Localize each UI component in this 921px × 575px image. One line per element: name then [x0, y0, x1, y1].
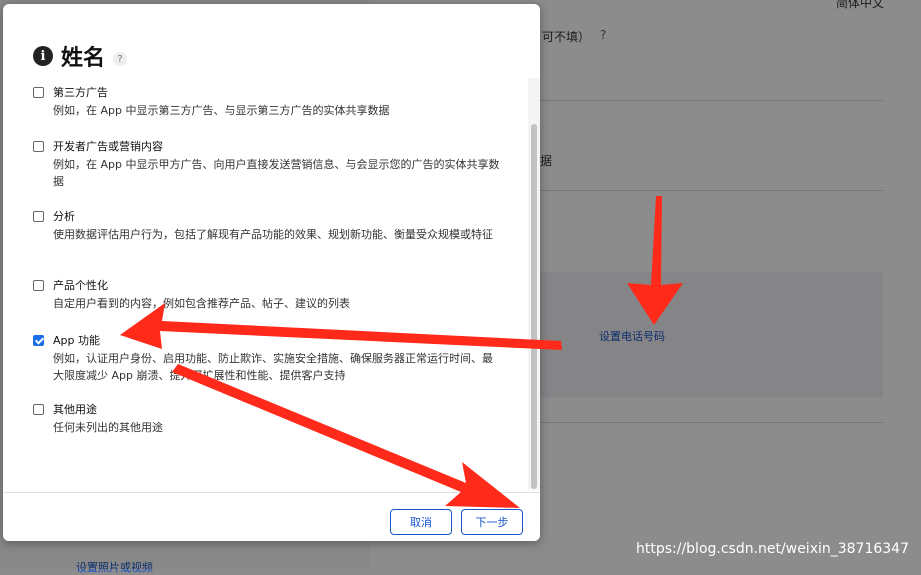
- checkbox[interactable]: [33, 87, 44, 98]
- dialog-header: i 姓名 ?: [33, 40, 128, 72]
- purpose-description: 使用数据评估用户行为，包括了解现有产品功能的效果、规划新功能、衡量受众规模或特征: [53, 228, 493, 241]
- purpose-description: 例如，认证用户身份、启用功能、防止欺诈、实施安全措施、确保服务器正常运行时间、最…: [53, 352, 493, 382]
- dialog-title: 姓名: [61, 46, 106, 71]
- purpose-label: 第三方广告: [53, 86, 108, 99]
- purpose-label: App 功能: [53, 334, 100, 347]
- cancel-button[interactable]: 取消: [390, 509, 452, 535]
- checkbox[interactable]: [33, 404, 44, 415]
- purpose-label: 产品个性化: [53, 279, 108, 292]
- checkbox[interactable]: [33, 211, 44, 222]
- purpose-dialog: i 姓名 ? 第三方广告 例如，在 App 中显示第三方广告、与显示第三方广告的…: [3, 4, 540, 541]
- checkbox[interactable]: [33, 280, 44, 291]
- checkbox[interactable]: [33, 141, 44, 152]
- dialog-footer: 取消 下一步: [3, 492, 540, 541]
- info-icon: i: [33, 46, 53, 66]
- scrollbar-thumb[interactable]: [531, 124, 537, 489]
- purpose-description: 自定用户看到的内容，例如包含推荐产品、帖子、建议的列表: [53, 297, 350, 310]
- watermark: https://blog.csdn.net/weixin_38716347: [635, 541, 909, 557]
- purpose-description: 例如，在 App 中显示第三方广告、与显示第三方广告的实体共享数据: [53, 104, 390, 117]
- purpose-label: 开发者广告或营销内容: [53, 140, 163, 153]
- next-button[interactable]: 下一步: [461, 509, 523, 535]
- purpose-label: 分析: [53, 210, 75, 223]
- purpose-description: 任何未列出的其他用途: [53, 421, 163, 434]
- purpose-label: 其他用途: [53, 403, 97, 416]
- help-icon[interactable]: ?: [113, 52, 128, 66]
- checkbox-checked[interactable]: [33, 335, 44, 346]
- purpose-description: 例如，在 App 中显示甲方广告、向用户直接发送营销信息、与会显示您的广告的实体…: [53, 158, 500, 188]
- purpose-list: 第三方广告 例如，在 App 中显示第三方广告、与显示第三方广告的实体共享数据 …: [3, 78, 527, 490]
